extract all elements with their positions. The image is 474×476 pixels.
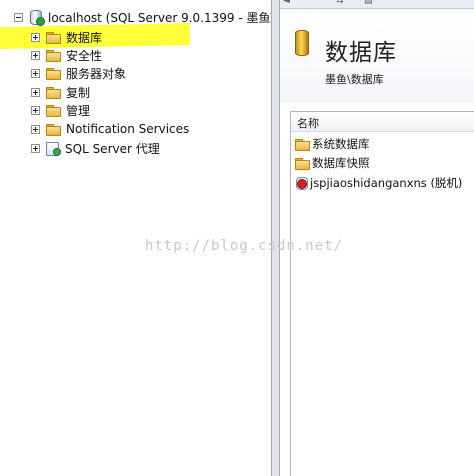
tree-item-management[interactable]: 管理 <box>31 101 90 119</box>
column-header-label: 名称 <box>297 117 319 130</box>
tree-item-label: 管理 <box>66 103 91 118</box>
tree-item-security[interactable]: 安全性 <box>31 46 102 64</box>
folder-icon <box>46 104 61 117</box>
tree-item-label: SQL Server 代理 <box>65 141 160 156</box>
watermark-text: http://blog.csdn.net/ <box>145 238 344 254</box>
expand-icon[interactable] <box>31 32 40 42</box>
database-icon <box>295 30 309 56</box>
toolbar-sync-icon[interactable]: ⇆ <box>336 0 344 6</box>
tree-item-sql-server-agent[interactable]: SQL Server 代理 <box>31 139 160 157</box>
server-label: localhost (SQL Server 9.0.1399 - 墨鱼\Adr <box>48 10 271 25</box>
tree-server-node[interactable]: localhost (SQL Server 9.0.1399 - 墨鱼\Adr <box>14 8 271 26</box>
list-item-system-databases[interactable]: 系统数据库 <box>295 135 370 153</box>
column-header-name[interactable]: 名称 <box>291 112 474 132</box>
summary-toolbar: ◄ ⇆ ▤ <box>280 0 474 9</box>
tree-item-databases[interactable]: 数据库 <box>31 28 102 46</box>
details-list: 名称 系统数据库 数据库快照 jspjiaoshidanganxns (脱机) <box>290 111 474 476</box>
tree-item-label: 数据库 <box>66 30 103 45</box>
list-item-label: jspjiaoshidanganxns (脱机) <box>310 176 463 190</box>
toolbar-list-icon[interactable]: ▤ <box>364 0 373 6</box>
list-item-offline-database[interactable]: jspjiaoshidanganxns (脱机) <box>296 174 462 192</box>
list-item-label: 数据库快照 <box>312 156 370 170</box>
sql-agent-icon <box>45 141 61 156</box>
tree-item-server-objects[interactable]: 服务器对象 <box>31 64 126 82</box>
tree-item-label: 服务器对象 <box>66 66 127 81</box>
folder-icon <box>46 123 61 136</box>
folder-icon <box>46 31 61 44</box>
tree-item-replication[interactable]: 复制 <box>31 83 90 101</box>
list-item-database-snapshots[interactable]: 数据库快照 <box>295 154 370 172</box>
summary-path: 墨鱼\数据库 <box>325 73 384 86</box>
folder-icon <box>295 138 310 151</box>
database-offline-icon <box>296 176 308 190</box>
expand-icon[interactable] <box>31 50 40 60</box>
summary-header: 数据库 墨鱼\数据库 <box>280 9 474 103</box>
folder-icon <box>46 86 61 99</box>
summary-title: 数据库 <box>325 40 397 66</box>
tree-item-label: 复制 <box>66 85 91 100</box>
collapse-icon[interactable] <box>14 12 23 22</box>
tree-item-label: 安全性 <box>66 48 103 63</box>
expand-icon[interactable] <box>31 143 40 153</box>
list-item-label: 系统数据库 <box>312 137 370 151</box>
toolbar-arrow-icon[interactable]: ◄ <box>283 0 290 6</box>
folder-icon <box>295 157 310 170</box>
tree-item-label: Notification Services <box>66 122 190 136</box>
expand-icon[interactable] <box>31 87 40 97</box>
expand-icon[interactable] <box>31 124 40 134</box>
server-icon <box>29 10 45 26</box>
expand-icon[interactable] <box>31 105 40 115</box>
tree-item-notification-services[interactable]: Notification Services <box>31 120 189 138</box>
folder-icon <box>46 49 61 62</box>
expand-icon[interactable] <box>31 68 40 78</box>
folder-icon <box>46 67 61 80</box>
